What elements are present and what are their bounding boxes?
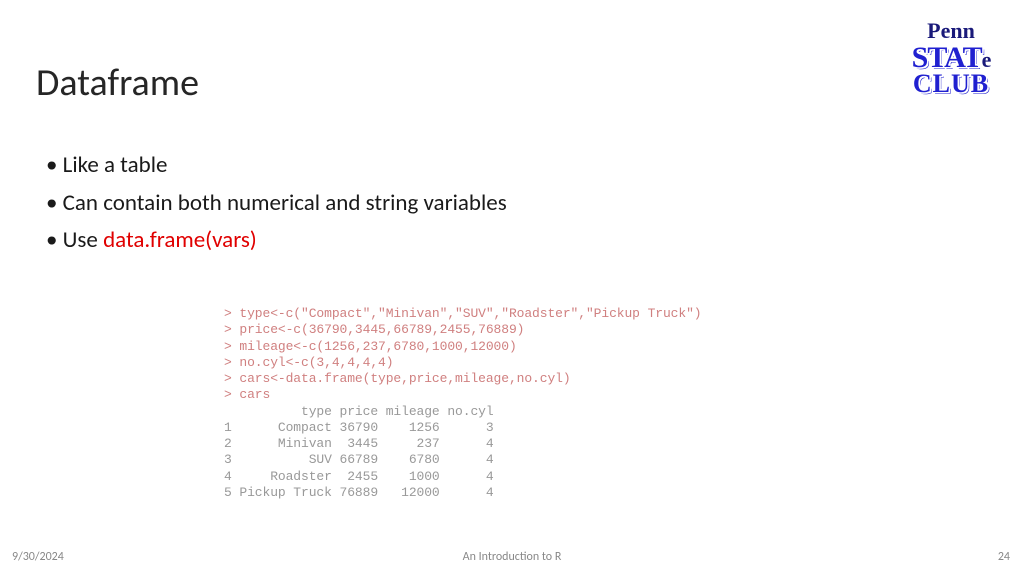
code-line: > type<-c("Compact","Minivan","SUV","Roa… — [224, 306, 701, 321]
bullet-item: Can contain both numerical and string va… — [46, 186, 507, 222]
footer-title: An Introduction to R — [463, 550, 562, 564]
output-line: 4 Roadster 2455 1000 4 — [224, 469, 494, 484]
output-line: 1 Compact 36790 1256 3 — [224, 420, 494, 435]
output-line: 3 SUV 66789 6780 4 — [224, 452, 494, 467]
output-line: type price mileage no.cyl — [224, 404, 494, 419]
penn-state-club-logo: Penn STATe CLUB — [896, 18, 1006, 95]
logo-text-club: CLUB — [896, 72, 1006, 95]
code-line: > no.cyl<-c(3,4,4,4,4) — [224, 355, 393, 370]
bullet-item: Like a table — [46, 148, 507, 184]
bullet-list: Like a table Can contain both numerical … — [46, 148, 507, 261]
code-line: > cars<-data.frame(type,price,mileage,no… — [224, 371, 571, 386]
footer-date: 9/30/2024 — [12, 550, 64, 564]
footer-page-number: 24 — [998, 550, 1010, 564]
output-line: 2 Minivan 3445 237 4 — [224, 436, 494, 451]
code-inline: data.frame(vars) — [103, 226, 257, 254]
slide-title: Dataframe — [36, 60, 199, 106]
code-line: > price<-c(36790,3445,66789,2455,76889) — [224, 322, 524, 337]
r-console-output: > type<-c("Compact","Minivan","SUV","Roa… — [224, 306, 701, 501]
output-line: 5 Pickup Truck 76889 12000 4 — [224, 485, 494, 500]
code-line: > cars — [224, 387, 270, 402]
code-line: > mileage<-c(1256,237,6780,1000,12000) — [224, 339, 517, 354]
logo-text-state: STATe — [896, 44, 1006, 72]
bullet-item: Use data.frame(vars) — [46, 223, 507, 259]
